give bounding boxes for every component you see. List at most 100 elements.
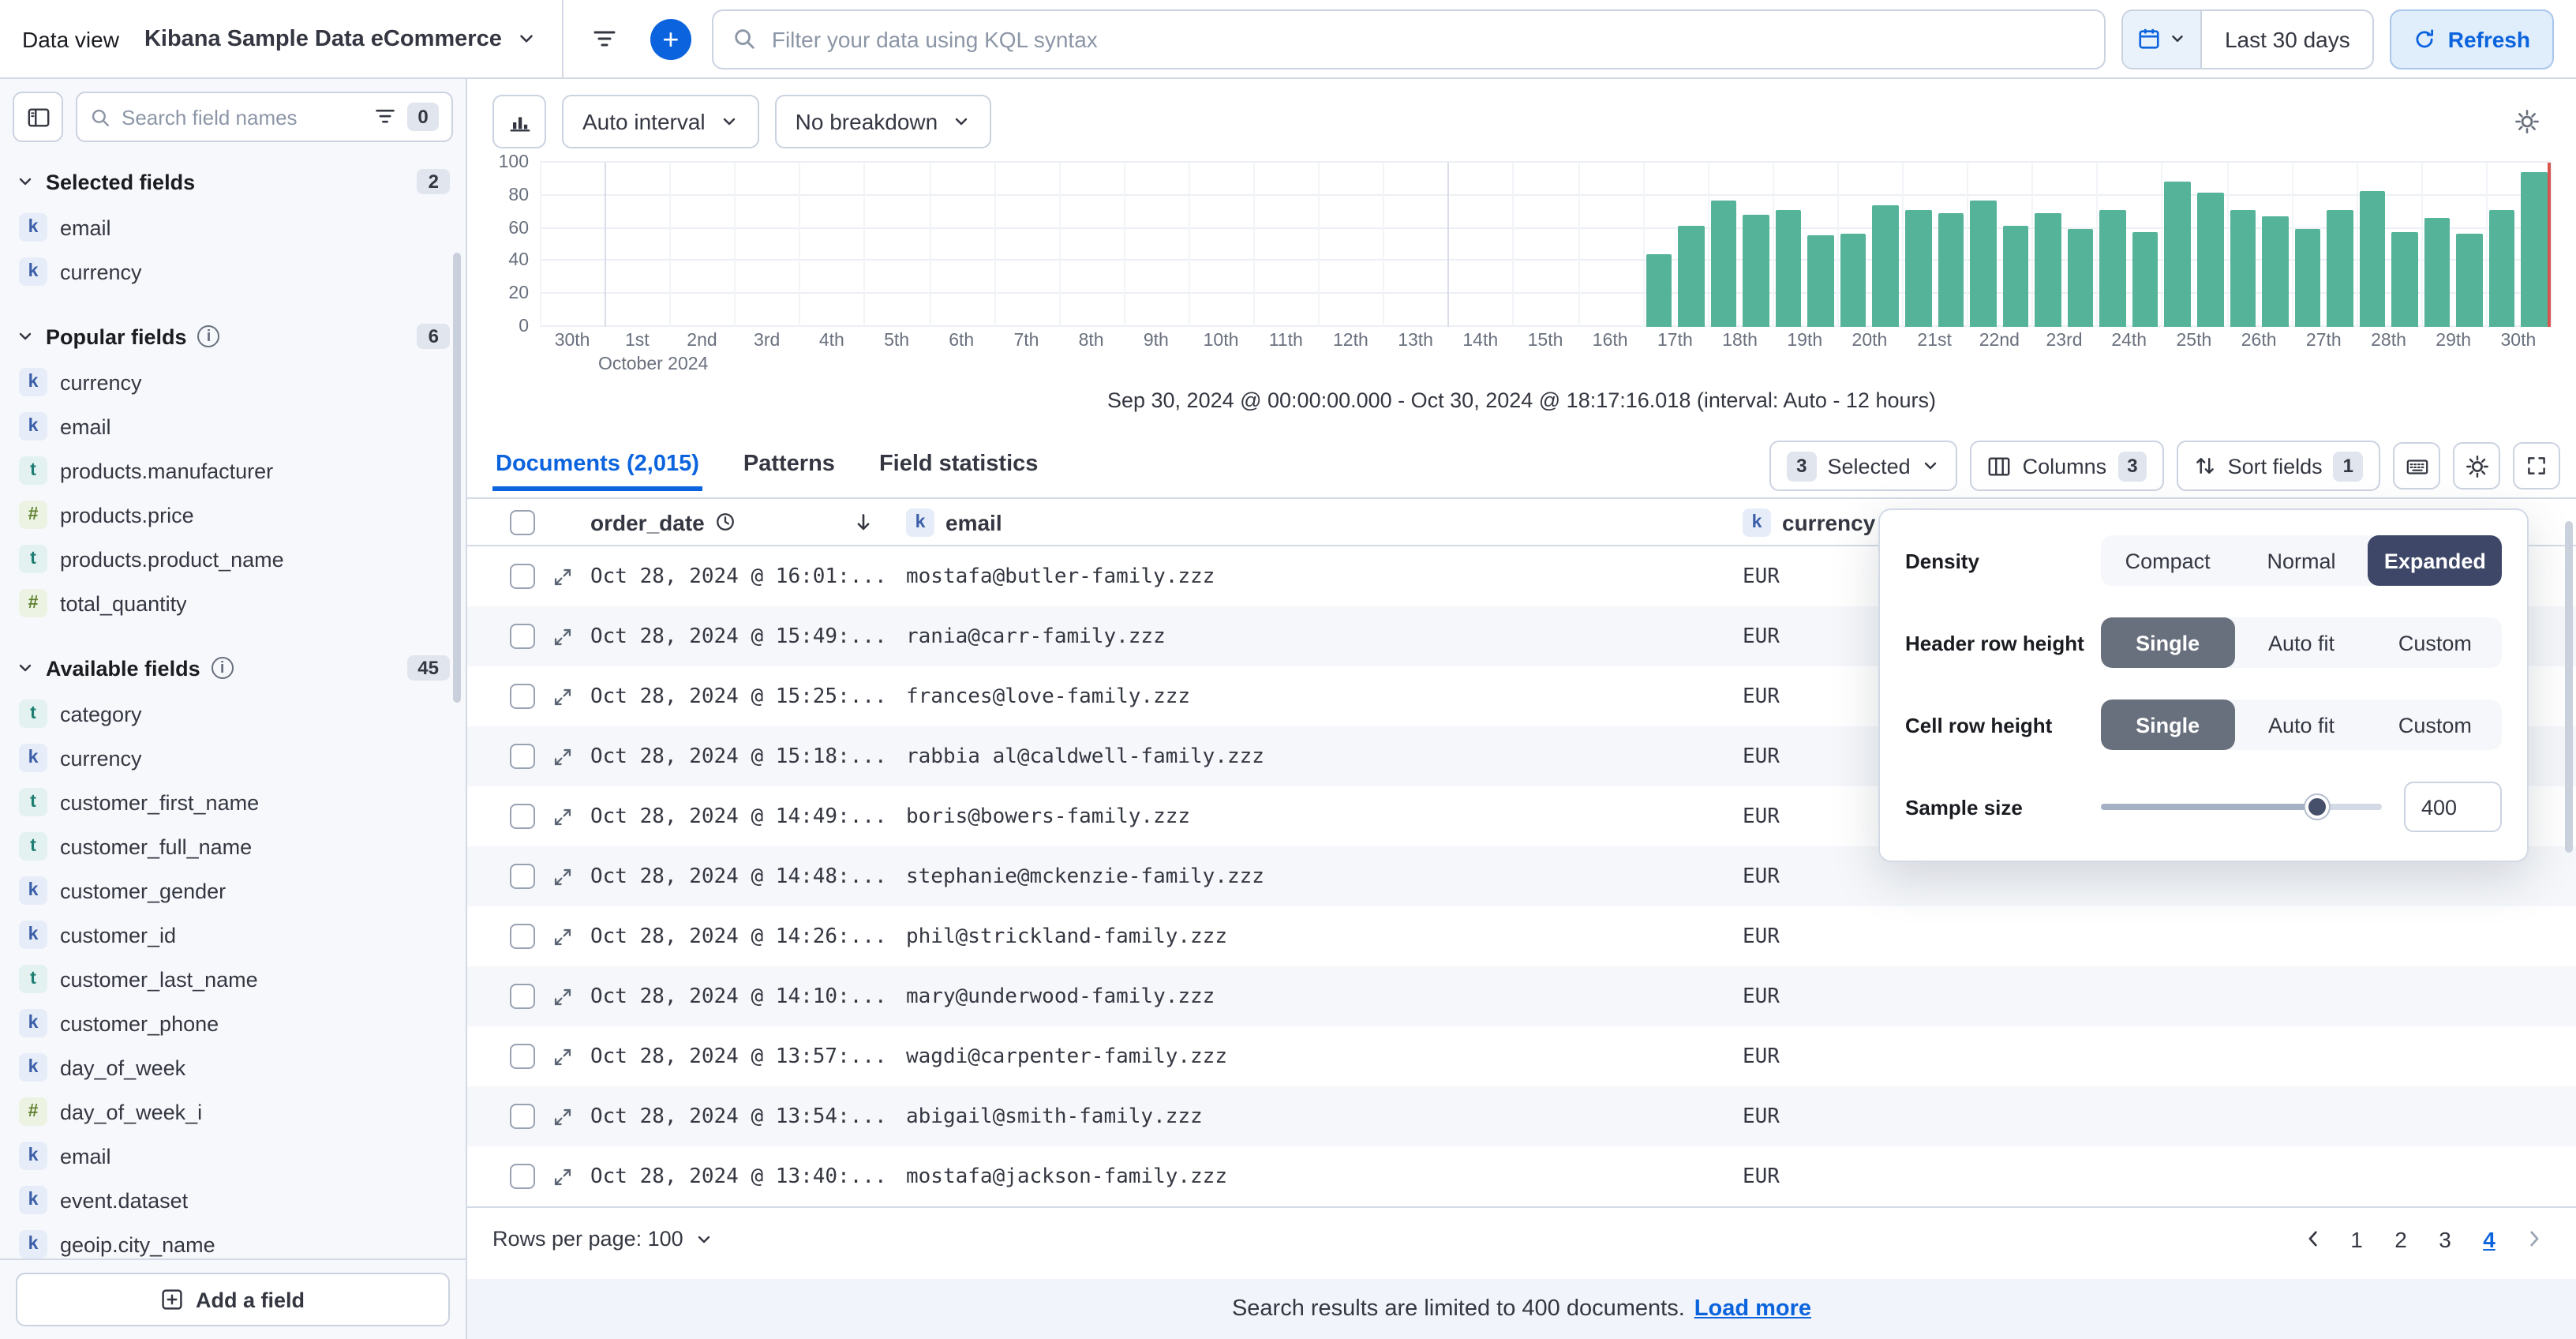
histogram-bar[interactable] <box>1840 233 1866 327</box>
field-item-products-manufacturer[interactable]: t products.manufacturer <box>0 448 466 493</box>
page-3-button[interactable]: 3 <box>2424 1218 2466 1259</box>
slider-thumb[interactable] <box>2305 795 2330 819</box>
field-item-customer-gender[interactable]: k customer_gender <box>0 868 466 913</box>
sample-size-slider[interactable] <box>2101 782 2382 832</box>
histogram-bar[interactable] <box>1775 210 1802 327</box>
histogram-bar[interactable] <box>2164 182 2191 327</box>
next-page-button[interactable] <box>2513 1218 2554 1259</box>
histogram-bar[interactable] <box>1743 215 1769 327</box>
expand-document-icon[interactable] <box>552 1166 573 1187</box>
display-options-button[interactable] <box>2453 442 2500 489</box>
histogram-bar[interactable] <box>1970 200 1997 327</box>
histogram-bar[interactable] <box>1807 234 1834 327</box>
histogram-bar[interactable] <box>1905 210 1932 327</box>
group-density-option-normal[interactable]: Normal <box>2234 535 2368 586</box>
field-item-currency[interactable]: k currency <box>0 736 466 780</box>
section-header-available-fields[interactable]: Available fields i 45 <box>0 644 466 692</box>
fullscreen-button[interactable] <box>2513 442 2560 489</box>
tab-patterns[interactable]: Patterns <box>740 438 838 493</box>
expand-document-icon[interactable] <box>552 926 573 947</box>
time-range-button[interactable]: Last 30 days <box>2203 10 2372 67</box>
columns-button[interactable]: Columns 3 <box>1970 441 2165 491</box>
rows-per-page-button[interactable]: Rows per page: 100 <box>492 1227 713 1251</box>
group-header-height-option-custom[interactable]: Custom <box>2368 617 2502 668</box>
page-2-button[interactable]: 2 <box>2380 1218 2421 1259</box>
page-1-button[interactable]: 1 <box>2336 1218 2377 1259</box>
column-header-email[interactable]: k email <box>906 508 1743 536</box>
histogram-bar[interactable] <box>2002 225 2029 327</box>
histogram-bar[interactable] <box>2132 231 2159 327</box>
field-item-customer-phone[interactable]: k customer_phone <box>0 1001 466 1045</box>
filter-by-type-icon[interactable] <box>374 106 396 128</box>
expand-document-icon[interactable] <box>552 746 573 767</box>
group-header-height-option-single[interactable]: Single <box>2101 617 2235 668</box>
chart-visibility-button[interactable] <box>492 95 546 148</box>
group-cell-height-option-auto-fit[interactable]: Auto fit <box>2234 700 2368 750</box>
sort-descending-icon[interactable] <box>852 511 874 533</box>
add-field-button[interactable]: Add a field <box>16 1273 450 1326</box>
tab-field-statistics[interactable]: Field statistics <box>876 438 1041 493</box>
histogram-bar[interactable] <box>2359 190 2386 327</box>
group-density-option-expanded[interactable]: Expanded <box>2368 535 2502 586</box>
tab-documents-2-015[interactable]: Documents (2,015) <box>492 438 702 493</box>
expand-document-icon[interactable] <box>552 1106 573 1127</box>
field-item-event-dataset[interactable]: k event.dataset <box>0 1178 466 1222</box>
group-cell-height-option-custom[interactable]: Custom <box>2368 700 2502 750</box>
breakdown-dropdown[interactable]: No breakdown <box>774 95 992 148</box>
field-item-total-quantity[interactable]: # total_quantity <box>0 581 466 625</box>
interval-dropdown[interactable]: Auto interval <box>562 95 759 148</box>
field-item-products-product-name[interactable]: t products.product_name <box>0 537 466 581</box>
kql-search-input[interactable] <box>771 26 2086 51</box>
field-item-email[interactable]: k email <box>0 205 466 249</box>
histogram-bar[interactable] <box>1872 205 1900 327</box>
page-4-button[interactable]: 4 <box>2469 1218 2510 1259</box>
field-item-customer-last-name[interactable]: t customer_last_name <box>0 957 466 1001</box>
expand-document-icon[interactable] <box>552 986 573 1007</box>
load-more-link[interactable]: Load more <box>1694 1296 1811 1322</box>
filter-menu-button[interactable] <box>579 13 630 64</box>
row-checkbox[interactable] <box>510 804 535 829</box>
field-search[interactable]: 0 <box>76 92 453 142</box>
field-item-customer-id[interactable]: k customer_id <box>0 913 466 957</box>
histogram-bar[interactable] <box>2262 216 2289 327</box>
section-header-selected-fields[interactable]: Selected fields 2 <box>0 158 466 205</box>
expand-document-icon[interactable] <box>552 1046 573 1067</box>
row-checkbox[interactable] <box>510 864 535 889</box>
group-cell-height-option-single[interactable]: Single <box>2101 700 2235 750</box>
date-quick-select-button[interactable] <box>2123 10 2203 67</box>
histogram-bar[interactable] <box>2327 210 2353 327</box>
sidebar-scrollbar[interactable] <box>453 253 461 703</box>
group-density-option-compact[interactable]: Compact <box>2101 535 2234 586</box>
field-item-customer-full-name[interactable]: t customer_full_name <box>0 824 466 868</box>
histogram-bar[interactable] <box>1710 200 1737 327</box>
histogram-bar[interactable] <box>1646 254 1672 327</box>
group-header-height-option-auto-fit[interactable]: Auto fit <box>2234 617 2368 668</box>
field-item-currency[interactable]: k currency <box>0 249 466 294</box>
row-checkbox[interactable] <box>510 984 535 1009</box>
sample-size-input[interactable]: 400 <box>2404 782 2502 832</box>
row-checkbox[interactable] <box>510 924 535 949</box>
select-all-checkbox[interactable] <box>510 509 535 534</box>
histogram-bar[interactable] <box>2521 172 2548 327</box>
field-item-products-price[interactable]: # products.price <box>0 493 466 537</box>
histogram-bar[interactable] <box>2488 210 2515 327</box>
field-item-currency[interactable]: k currency <box>0 360 466 404</box>
expand-document-icon[interactable] <box>552 686 573 707</box>
row-checkbox[interactable] <box>510 1164 535 1189</box>
histogram-bar[interactable] <box>2424 218 2451 327</box>
keyboard-shortcuts-button[interactable] <box>2393 442 2440 489</box>
histogram-bar[interactable] <box>2196 192 2223 327</box>
expand-document-icon[interactable] <box>552 566 573 587</box>
expand-document-icon[interactable] <box>552 626 573 647</box>
table-scrollbar[interactable] <box>2565 521 2573 853</box>
prev-page-button[interactable] <box>2292 1218 2333 1259</box>
row-checkbox[interactable] <box>510 624 535 649</box>
histogram-bar[interactable] <box>2230 210 2256 327</box>
histogram-bar[interactable] <box>2067 228 2094 327</box>
selected-documents-button[interactable]: 3 Selected <box>1769 441 1958 491</box>
chart-plot-area[interactable] <box>540 161 2552 327</box>
field-item-geoip-city-name[interactable]: k geoip.city_name <box>0 1222 466 1258</box>
histogram-bar[interactable] <box>1678 225 1705 327</box>
kql-search-bar[interactable] <box>711 9 2106 69</box>
refresh-button[interactable]: Refresh <box>2389 9 2554 69</box>
